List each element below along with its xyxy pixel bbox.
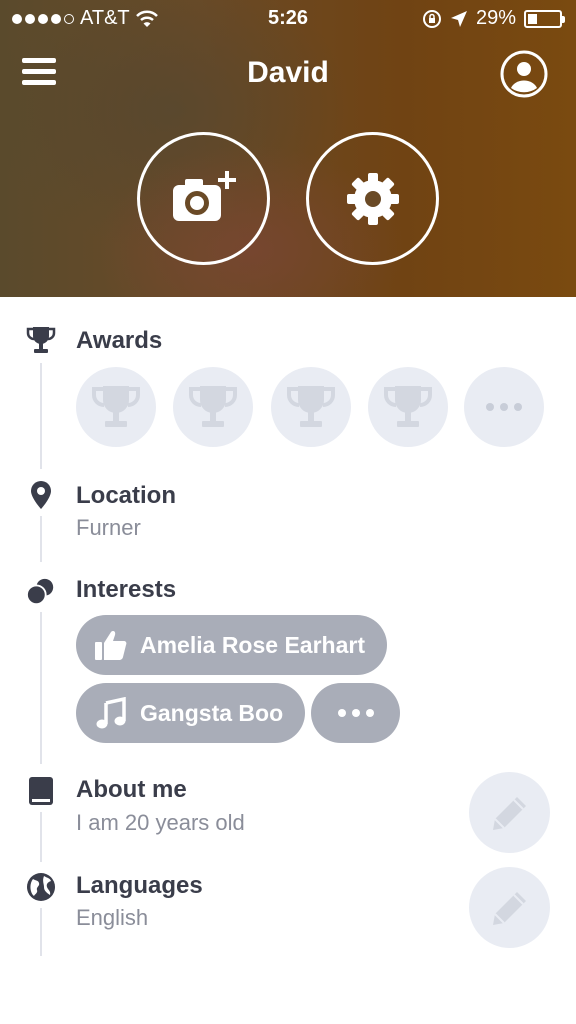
settings-button[interactable]	[306, 132, 439, 265]
battery-percent: 29%	[475, 7, 516, 29]
award-badge[interactable]	[271, 367, 351, 447]
timeline-line	[40, 908, 42, 956]
about-value: I am 20 years old	[76, 810, 245, 835]
languages-value: English	[76, 905, 149, 930]
more-interests-button[interactable]	[311, 683, 400, 743]
trophy-icon	[92, 386, 140, 427]
about-title: About me	[76, 776, 187, 803]
globe-icon	[26, 872, 56, 902]
timeline-line	[40, 812, 42, 862]
profile-button[interactable]	[500, 50, 548, 98]
page-title: David	[247, 56, 329, 89]
status-bar: AT&T 5:26 29%	[0, 0, 576, 38]
more-icon	[337, 709, 374, 717]
edit-languages-button[interactable]	[469, 867, 550, 948]
pencil-icon	[492, 891, 526, 925]
orientation-lock-icon	[422, 9, 441, 28]
location-title: Location	[76, 482, 176, 509]
awards-title: Awards	[76, 327, 163, 354]
location-arrow-icon	[450, 10, 467, 27]
award-badge[interactable]	[368, 367, 448, 447]
interest-chip[interactable]: Gangsta Boo	[76, 683, 306, 743]
user-icon	[500, 50, 548, 98]
trophy-icon	[287, 386, 335, 427]
profile-header: AT&T 5:26 29% David	[0, 0, 576, 297]
interests-title: Interests	[76, 576, 177, 603]
interest-label: Amelia Rose Earhart	[140, 631, 365, 658]
edit-about-button[interactable]	[469, 772, 550, 853]
music-note-icon	[94, 696, 128, 730]
interests-icon	[26, 576, 56, 606]
gear-icon	[346, 172, 399, 225]
interest-chip[interactable]: Amelia Rose Earhart	[76, 615, 387, 675]
interest-label: Gangsta Boo	[140, 699, 284, 726]
trophy-icon	[189, 386, 237, 427]
pencil-icon	[492, 796, 526, 830]
more-icon	[486, 403, 522, 411]
trophy-icon	[384, 386, 432, 427]
trophy-icon	[26, 325, 56, 355]
timeline-line	[40, 612, 42, 764]
map-pin-icon	[26, 480, 56, 510]
add-photo-button[interactable]	[137, 132, 270, 265]
languages-title: Languages	[76, 872, 203, 899]
thumbs-up-icon	[94, 628, 128, 662]
more-awards-button[interactable]	[464, 367, 544, 447]
camera-plus-icon	[172, 170, 236, 221]
timeline-line	[40, 363, 42, 469]
battery-icon	[524, 9, 565, 28]
book-icon	[26, 776, 56, 806]
award-badge[interactable]	[173, 367, 253, 447]
award-badge[interactable]	[76, 367, 156, 447]
location-value: Furner	[76, 515, 141, 540]
timeline-line	[40, 516, 42, 562]
